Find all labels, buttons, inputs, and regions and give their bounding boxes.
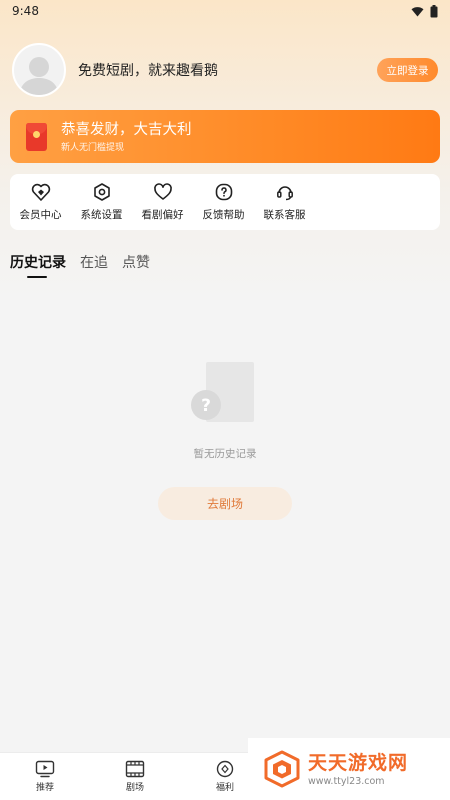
menu-item-customer-service[interactable]: 联系客服 [254, 182, 315, 222]
menu-item-vip-center[interactable]: 会员中心 [10, 182, 71, 222]
empty-state-message: 暂无历史记录 [193, 448, 257, 460]
heart-diamond-icon [31, 183, 50, 201]
empty-state-illustration: ? [191, 362, 254, 422]
tab-following[interactable]: 在追 [80, 252, 108, 280]
menu-item-label: 会员中心 [19, 209, 62, 221]
nav-item-label: 推荐 [35, 783, 54, 793]
profile-prompt: 免费短剧，就来趣看鹅 [78, 63, 218, 79]
menu-item-system-settings[interactable]: 系统设置 [71, 182, 132, 222]
question-icon [215, 183, 232, 201]
nav-item-label: 剧场 [125, 783, 144, 793]
nav-item-recommend[interactable]: 推荐 [0, 753, 90, 800]
svg-text:?: ? [201, 396, 211, 416]
coin-icon [216, 760, 234, 778]
menu-item-label: 联系客服 [263, 209, 306, 221]
battery-icon [430, 4, 438, 17]
menu-card: 会员中心 系统设置 看剧偏好 反馈帮助 联系客服 [10, 174, 440, 230]
menu-item-label: 反馈帮助 [202, 209, 245, 221]
hexagon-gear-icon [93, 183, 110, 201]
watermark-title: 天天游戏网 [308, 751, 409, 774]
headset-icon [276, 186, 293, 201]
nav-item-label: 福利 [215, 783, 234, 793]
menu-item-label: 看剧偏好 [141, 209, 184, 221]
menu-item-viewing-preference[interactable]: 看剧偏好 [132, 182, 193, 222]
history-tabs: 历史记录 在追 点赞 [10, 252, 150, 280]
heart-icon [153, 183, 172, 200]
red-envelope-icon [26, 122, 47, 151]
go-theater-button[interactable]: 去剧场 [158, 487, 292, 520]
status-bar: 9:48 [0, 0, 450, 22]
wifi-icon [411, 6, 424, 16]
menu-item-label: 系统设置 [80, 209, 123, 221]
play-screen-icon [35, 760, 55, 778]
banner-title: 恭喜发财，大吉大利 [61, 121, 192, 138]
red-packet-banner[interactable]: 恭喜发财，大吉大利 新人无门槛提现 [10, 110, 440, 163]
watermark-logo-icon [264, 750, 300, 788]
tab-history[interactable]: 历史记录 [10, 252, 66, 280]
site-watermark: 天天游戏网 www.ttyl23.com [248, 738, 450, 800]
watermark-url: www.ttyl23.com [308, 775, 385, 787]
login-button[interactable]: 立即登录 [377, 58, 438, 82]
tab-likes[interactable]: 点赞 [122, 252, 150, 280]
status-time: 9:48 [12, 4, 39, 18]
avatar[interactable] [12, 43, 66, 97]
menu-item-feedback-help[interactable]: 反馈帮助 [193, 182, 254, 222]
profile-row: 免费短剧，就来趣看鹅 立即登录 [12, 43, 438, 97]
banner-subtitle: 新人无门槛提现 [61, 142, 125, 153]
film-icon [125, 760, 145, 778]
status-icons [411, 4, 438, 18]
default-avatar-icon [19, 57, 59, 95]
nav-item-theater[interactable]: 剧场 [90, 753, 180, 800]
